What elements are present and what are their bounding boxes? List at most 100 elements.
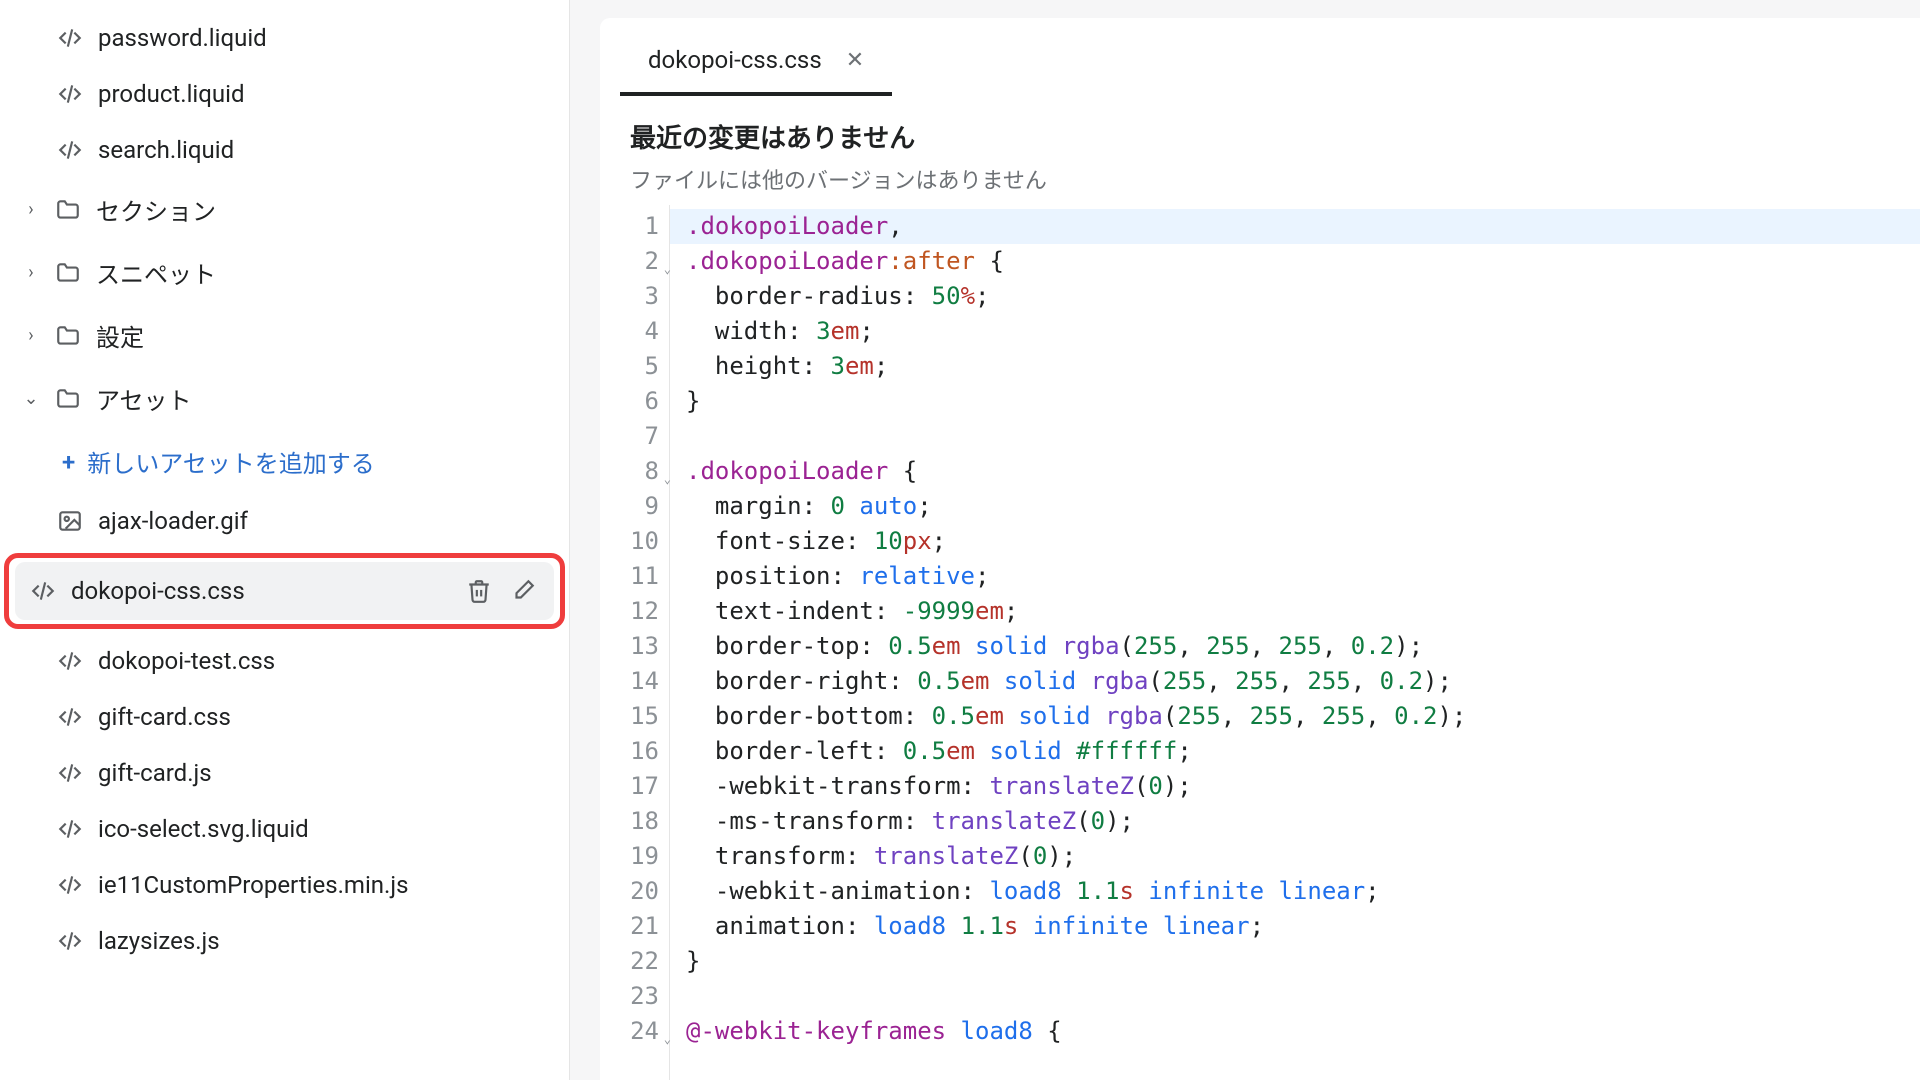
file-item[interactable]: product.liquid <box>0 66 569 122</box>
code-icon <box>56 815 84 843</box>
folder-icon <box>54 196 82 224</box>
file-label: gift-card.css <box>98 703 549 731</box>
file-item[interactable]: lazysizes.js <box>0 913 569 969</box>
editor-card: dokopoi-css.css ✕ 最近の変更はありません ファイルには他のバー… <box>600 18 1920 1080</box>
folder-label: スニペット <box>96 255 549 290</box>
code-line[interactable]: @-webkit-keyframes load8 { <box>686 1014 1920 1049</box>
folder-icon <box>54 259 82 287</box>
folder-item[interactable]: › スニペット <box>0 241 569 304</box>
code-line[interactable]: } <box>686 384 1920 419</box>
heading-text: 最近の変更はありません <box>630 118 1890 155</box>
file-item[interactable]: dokopoi-test.css <box>0 633 569 689</box>
delete-button[interactable] <box>464 576 494 606</box>
code-line[interactable]: height: 3em; <box>686 349 1920 384</box>
close-icon[interactable]: ✕ <box>846 48 864 73</box>
code-line[interactable]: font-size: 10px; <box>686 524 1920 559</box>
subheading-text: ファイルには他のバージョンはありません <box>630 163 1890 195</box>
add-asset-button[interactable]: + 新しいアセットを追加する <box>0 430 569 493</box>
code-line[interactable]: border-radius: 50%; <box>686 279 1920 314</box>
folder-assets[interactable]: ⌄ アセット <box>0 367 569 430</box>
line-number: 17 <box>600 769 659 804</box>
line-number: 20 <box>600 874 659 909</box>
version-heading: 最近の変更はありません ファイルには他のバージョンはありません <box>600 96 1920 205</box>
code-line[interactable]: border-bottom: 0.5em solid rgba(255, 255… <box>686 699 1920 734</box>
code-icon <box>29 577 57 605</box>
selected-file-highlight: dokopoi-css.css <box>4 553 565 629</box>
code-line[interactable]: position: relative; <box>686 559 1920 594</box>
editor-pane: dokopoi-css.css ✕ 最近の変更はありません ファイルには他のバー… <box>570 0 1920 1080</box>
line-number: 23 <box>600 979 659 1014</box>
code-editor[interactable]: 12⌄345678⌄910111213141516171819202122232… <box>600 205 1920 1080</box>
code-line[interactable]: .dokopoiLoader:after { <box>686 244 1920 279</box>
folder-label: セクション <box>96 192 549 227</box>
code-line[interactable]: border-right: 0.5em solid rgba(255, 255,… <box>686 664 1920 699</box>
code-icon <box>56 871 84 899</box>
image-icon <box>56 507 84 535</box>
code-line[interactable]: border-top: 0.5em solid rgba(255, 255, 2… <box>686 629 1920 664</box>
line-number: 3 <box>600 279 659 314</box>
fold-icon[interactable]: ⌄ <box>664 252 671 287</box>
line-number: 15 <box>600 699 659 734</box>
file-label: gift-card.js <box>98 759 549 787</box>
file-item[interactable]: ico-select.svg.liquid <box>0 801 569 857</box>
code-icon <box>56 136 84 164</box>
code-line[interactable]: width: 3em; <box>686 314 1920 349</box>
rename-button[interactable] <box>508 576 538 606</box>
chevron-right-icon: › <box>22 262 40 283</box>
code-content[interactable]: .dokopoiLoader,.dokopoiLoader:after { bo… <box>670 205 1920 1080</box>
code-line[interactable]: -ms-transform: translateZ(0); <box>686 804 1920 839</box>
file-label: dokopoi-css.css <box>71 577 450 605</box>
code-line[interactable]: text-indent: -9999em; <box>686 594 1920 629</box>
file-label: password.liquid <box>98 24 549 52</box>
line-number: 13 <box>600 629 659 664</box>
file-label: lazysizes.js <box>98 927 549 955</box>
fold-icon[interactable]: ⌄ <box>664 462 671 497</box>
code-line[interactable]: .dokopoiLoader { <box>686 454 1920 489</box>
code-icon <box>56 80 84 108</box>
folder-item[interactable]: ›セクション <box>0 178 569 241</box>
file-item-selected[interactable]: dokopoi-css.css <box>15 562 554 620</box>
code-line[interactable] <box>686 979 1920 1014</box>
folder-label: 設定 <box>96 318 549 353</box>
code-icon <box>56 703 84 731</box>
code-line[interactable]: border-left: 0.5em solid #ffffff; <box>686 734 1920 769</box>
add-asset-label: 新しいアセットを追加する <box>87 444 375 479</box>
folder-icon <box>54 385 82 413</box>
file-item[interactable]: password.liquid <box>0 10 569 66</box>
code-line[interactable]: -webkit-animation: load8 1.1s infinite l… <box>686 874 1920 909</box>
code-line[interactable] <box>686 419 1920 454</box>
line-number: 22 <box>600 944 659 979</box>
code-line[interactable]: transform: translateZ(0); <box>686 839 1920 874</box>
code-line[interactable]: } <box>686 944 1920 979</box>
line-number: 5 <box>600 349 659 384</box>
plus-icon: + <box>62 448 75 476</box>
code-icon <box>56 759 84 787</box>
line-number: 16 <box>600 734 659 769</box>
file-item[interactable]: ajax-loader.gif <box>0 493 569 549</box>
code-line[interactable]: margin: 0 auto; <box>686 489 1920 524</box>
code-icon <box>56 24 84 52</box>
line-number: 11 <box>600 559 659 594</box>
line-gutter: 12⌄345678⌄910111213141516171819202122232… <box>600 205 670 1080</box>
line-number: 6 <box>600 384 659 419</box>
fold-icon[interactable]: ⌄ <box>664 1022 671 1057</box>
code-icon <box>56 647 84 675</box>
file-item[interactable]: ie11CustomProperties.min.js <box>0 857 569 913</box>
file-item[interactable]: gift-card.js <box>0 745 569 801</box>
code-line[interactable]: -webkit-transform: translateZ(0); <box>686 769 1920 804</box>
file-label: ie11CustomProperties.min.js <box>98 871 549 899</box>
tab-bar: dokopoi-css.css ✕ <box>600 18 1920 96</box>
folder-item[interactable]: › 設定 <box>0 304 569 367</box>
line-number: 24⌄ <box>600 1014 659 1049</box>
code-line[interactable]: animation: load8 1.1s infinite linear; <box>686 909 1920 944</box>
file-item[interactable]: gift-card.css <box>0 689 569 745</box>
code-line[interactable]: .dokopoiLoader, <box>670 209 1920 244</box>
chevron-down-icon: ⌄ <box>22 388 40 409</box>
line-number: 12 <box>600 594 659 629</box>
line-number: 8⌄ <box>600 454 659 489</box>
chevron-right-icon: › <box>22 325 40 346</box>
line-number: 1 <box>600 209 659 244</box>
file-item[interactable]: search.liquid <box>0 122 569 178</box>
tab-active[interactable]: dokopoi-css.css ✕ <box>620 28 892 96</box>
file-label: product.liquid <box>98 80 549 108</box>
